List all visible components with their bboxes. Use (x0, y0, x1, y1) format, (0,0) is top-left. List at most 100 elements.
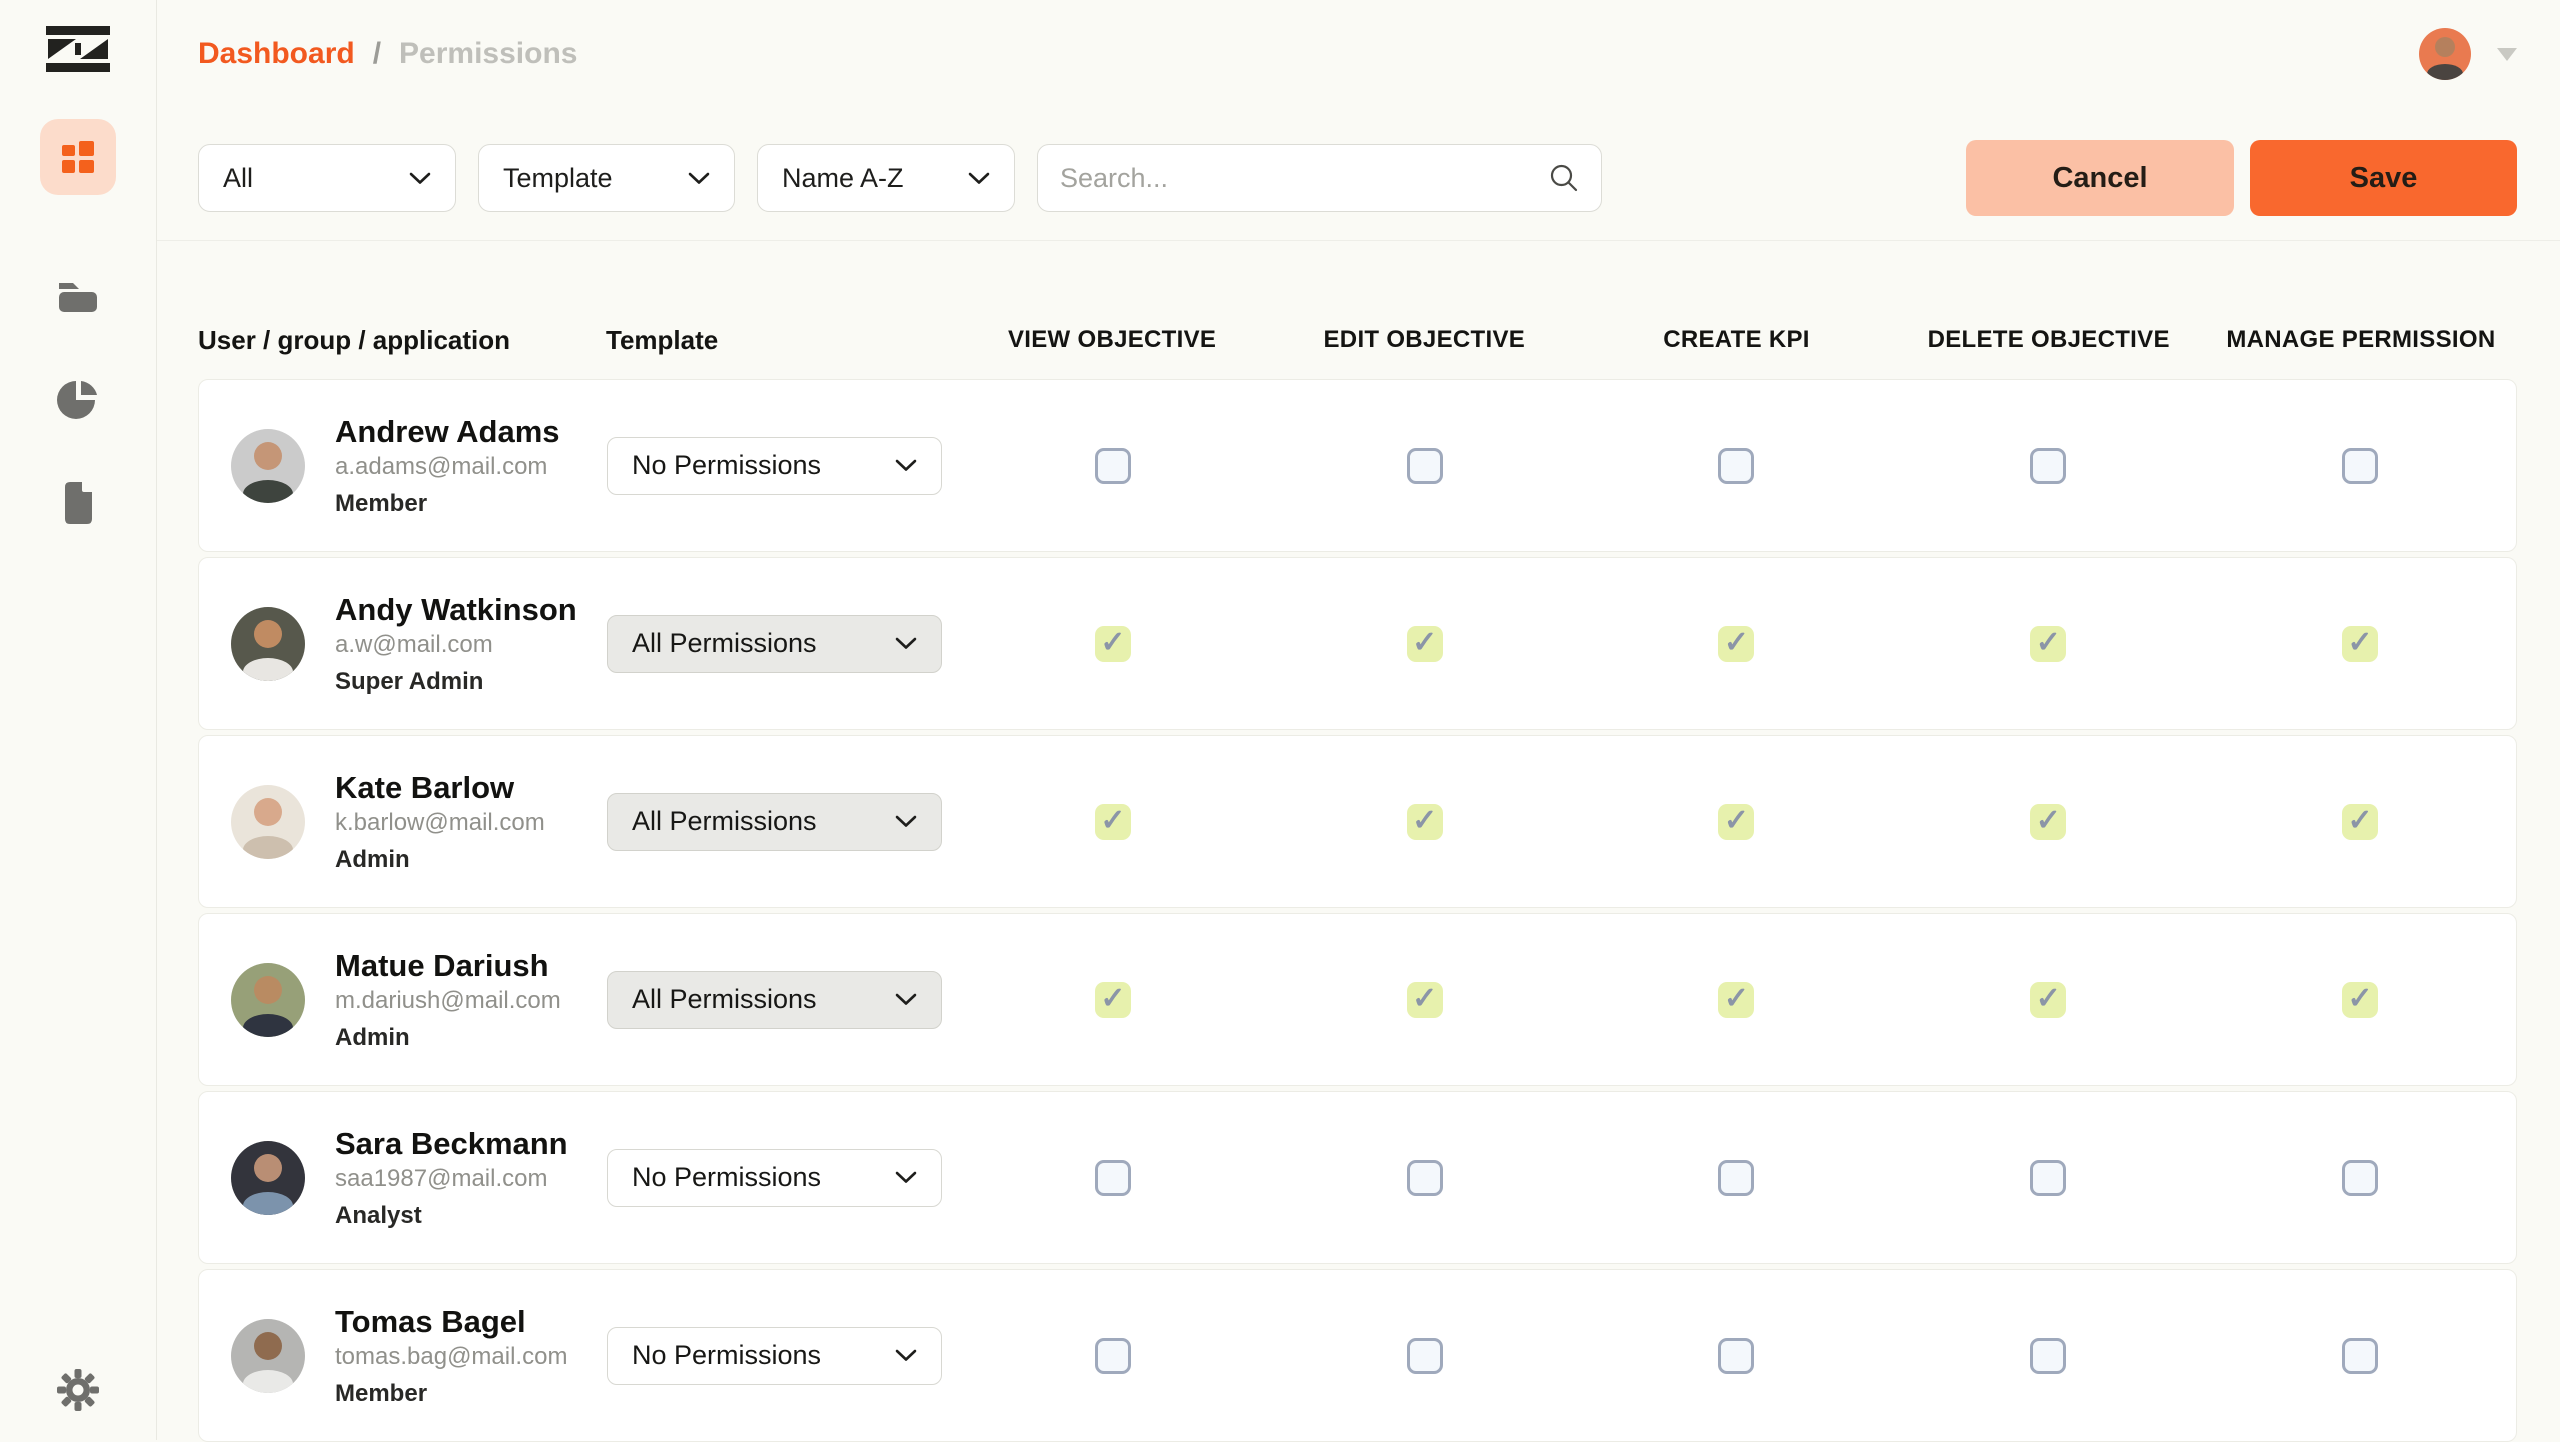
chevron-down-icon (409, 172, 431, 185)
sidebar (0, 0, 157, 1440)
breadcrumb-dashboard[interactable]: Dashboard (198, 37, 355, 71)
template-select[interactable]: No Permissions (607, 437, 942, 495)
chevron-down-icon (895, 637, 917, 650)
avatar (231, 963, 305, 1037)
template-select[interactable]: All Permissions (607, 615, 942, 673)
manage-permission-checkbox[interactable] (2342, 448, 2378, 484)
save-button[interactable]: Save (2250, 140, 2517, 216)
category-filter-select[interactable]: All (198, 144, 456, 212)
dashboard-icon (60, 139, 96, 175)
avatar (231, 1319, 305, 1393)
user-email: saa1987@mail.com (335, 1165, 568, 1193)
edit-objective-checkbox[interactable] (1407, 1338, 1443, 1374)
table-row: Matue Dariush m.dariush@mail.com Admin A… (198, 913, 2517, 1086)
avatar-body (243, 658, 293, 681)
view-objective-checkbox[interactable] (1095, 626, 1131, 662)
user-name: Andy Watkinson (335, 591, 577, 628)
manage-permission-checkbox[interactable] (2342, 1338, 2378, 1374)
view-objective-checkbox[interactable] (1095, 1338, 1131, 1374)
delete-objective-checkbox[interactable] (2030, 1160, 2066, 1196)
avatar-body (243, 1192, 293, 1215)
chevron-down-icon[interactable] (2497, 48, 2517, 61)
delete-objective-checkbox[interactable] (2030, 626, 2066, 662)
avatar-body (243, 480, 293, 503)
delete-objective-checkbox[interactable] (2030, 982, 2066, 1018)
edit-objective-checkbox[interactable] (1407, 1160, 1443, 1196)
chevron-down-icon (688, 172, 710, 185)
template-select[interactable]: No Permissions (607, 1149, 942, 1207)
table-header: User / group / application Template VIEW… (198, 318, 2517, 362)
edit-objective-checkbox[interactable] (1407, 448, 1443, 484)
user-cell: Sara Beckmann saa1987@mail.com Analyst (199, 1125, 607, 1230)
column-header-manage-permission: MANAGE PERMISSION (2205, 326, 2517, 354)
search-icon (1549, 163, 1579, 193)
folder-icon (56, 276, 100, 314)
chevron-down-icon (968, 172, 990, 185)
template-filter-value: Template (503, 163, 613, 194)
avatar-head (254, 1154, 282, 1182)
table-row: Andrew Adams a.adams@mail.com Member No … (198, 379, 2517, 552)
table-row: Sara Beckmann saa1987@mail.com Analyst N… (198, 1091, 2517, 1264)
template-filter-select[interactable]: Template (478, 144, 735, 212)
template-select[interactable]: All Permissions (607, 971, 942, 1029)
view-objective-checkbox[interactable] (1095, 448, 1131, 484)
user-name: Sara Beckmann (335, 1125, 568, 1162)
create-kpi-checkbox[interactable] (1718, 1160, 1754, 1196)
create-kpi-checkbox[interactable] (1718, 626, 1754, 662)
view-objective-checkbox[interactable] (1095, 804, 1131, 840)
create-kpi-checkbox[interactable] (1718, 982, 1754, 1018)
manage-permission-checkbox[interactable] (2342, 1160, 2378, 1196)
user-role: Super Admin (335, 668, 577, 696)
template-select[interactable]: All Permissions (607, 793, 942, 851)
app-logo (0, 26, 156, 72)
delete-objective-checkbox[interactable] (2030, 1338, 2066, 1374)
edit-objective-checkbox[interactable] (1407, 626, 1443, 662)
sort-select[interactable]: Name A-Z (757, 144, 1015, 212)
delete-objective-checkbox[interactable] (2030, 804, 2066, 840)
chevron-down-icon (895, 1349, 917, 1362)
sidebar-item-dashboard[interactable] (40, 119, 116, 195)
column-header-edit-objective: EDIT OBJECTIVE (1268, 326, 1580, 354)
breadcrumb-permissions: Permissions (399, 37, 577, 71)
user-name: Andrew Adams (335, 413, 560, 450)
user-role: Member (335, 1380, 567, 1408)
sidebar-item-analytics[interactable] (40, 362, 116, 438)
top-bar: Dashboard / Permissions (198, 24, 2517, 84)
view-objective-checkbox[interactable] (1095, 1160, 1131, 1196)
document-icon (59, 481, 97, 525)
user-name: Tomas Bagel (335, 1303, 567, 1340)
template-select-value: No Permissions (632, 1162, 821, 1193)
cancel-button[interactable]: Cancel (1966, 140, 2234, 216)
user-email: k.barlow@mail.com (335, 809, 545, 837)
user-email: m.dariush@mail.com (335, 987, 561, 1015)
search-input[interactable] (1060, 163, 1549, 194)
manage-permission-checkbox[interactable] (2342, 982, 2378, 1018)
edit-objective-checkbox[interactable] (1407, 804, 1443, 840)
column-header-view-objective: VIEW OBJECTIVE (956, 326, 1268, 354)
sidebar-item-projects[interactable] (40, 257, 116, 333)
chevron-down-icon (895, 1171, 917, 1184)
delete-objective-checkbox[interactable] (2030, 448, 2066, 484)
create-kpi-checkbox[interactable] (1718, 1338, 1754, 1374)
create-kpi-checkbox[interactable] (1718, 448, 1754, 484)
view-objective-checkbox[interactable] (1095, 982, 1131, 1018)
edit-objective-checkbox[interactable] (1407, 982, 1443, 1018)
breadcrumb-separator: / (373, 37, 381, 71)
action-buttons: Cancel Save (1966, 140, 2517, 216)
permissions-page: Dashboard / Permissions All Template (0, 0, 2560, 1440)
account-avatar[interactable] (2419, 28, 2471, 80)
manage-permission-checkbox[interactable] (2342, 804, 2378, 840)
template-select[interactable]: No Permissions (607, 1327, 942, 1385)
category-filter-value: All (223, 163, 253, 194)
sidebar-item-settings[interactable] (40, 1352, 116, 1428)
account-menu[interactable] (2419, 28, 2517, 80)
sidebar-item-documents[interactable] (40, 465, 116, 541)
create-kpi-checkbox[interactable] (1718, 804, 1754, 840)
table-row: Andy Watkinson a.w@mail.com Super Admin … (198, 557, 2517, 730)
manage-permission-checkbox[interactable] (2342, 626, 2378, 662)
avatar (231, 785, 305, 859)
user-name: Matue Dariush (335, 947, 561, 984)
user-cell: Kate Barlow k.barlow@mail.com Admin (199, 769, 607, 874)
template-select-value: No Permissions (632, 1340, 821, 1371)
user-cell: Matue Dariush m.dariush@mail.com Admin (199, 947, 607, 1052)
